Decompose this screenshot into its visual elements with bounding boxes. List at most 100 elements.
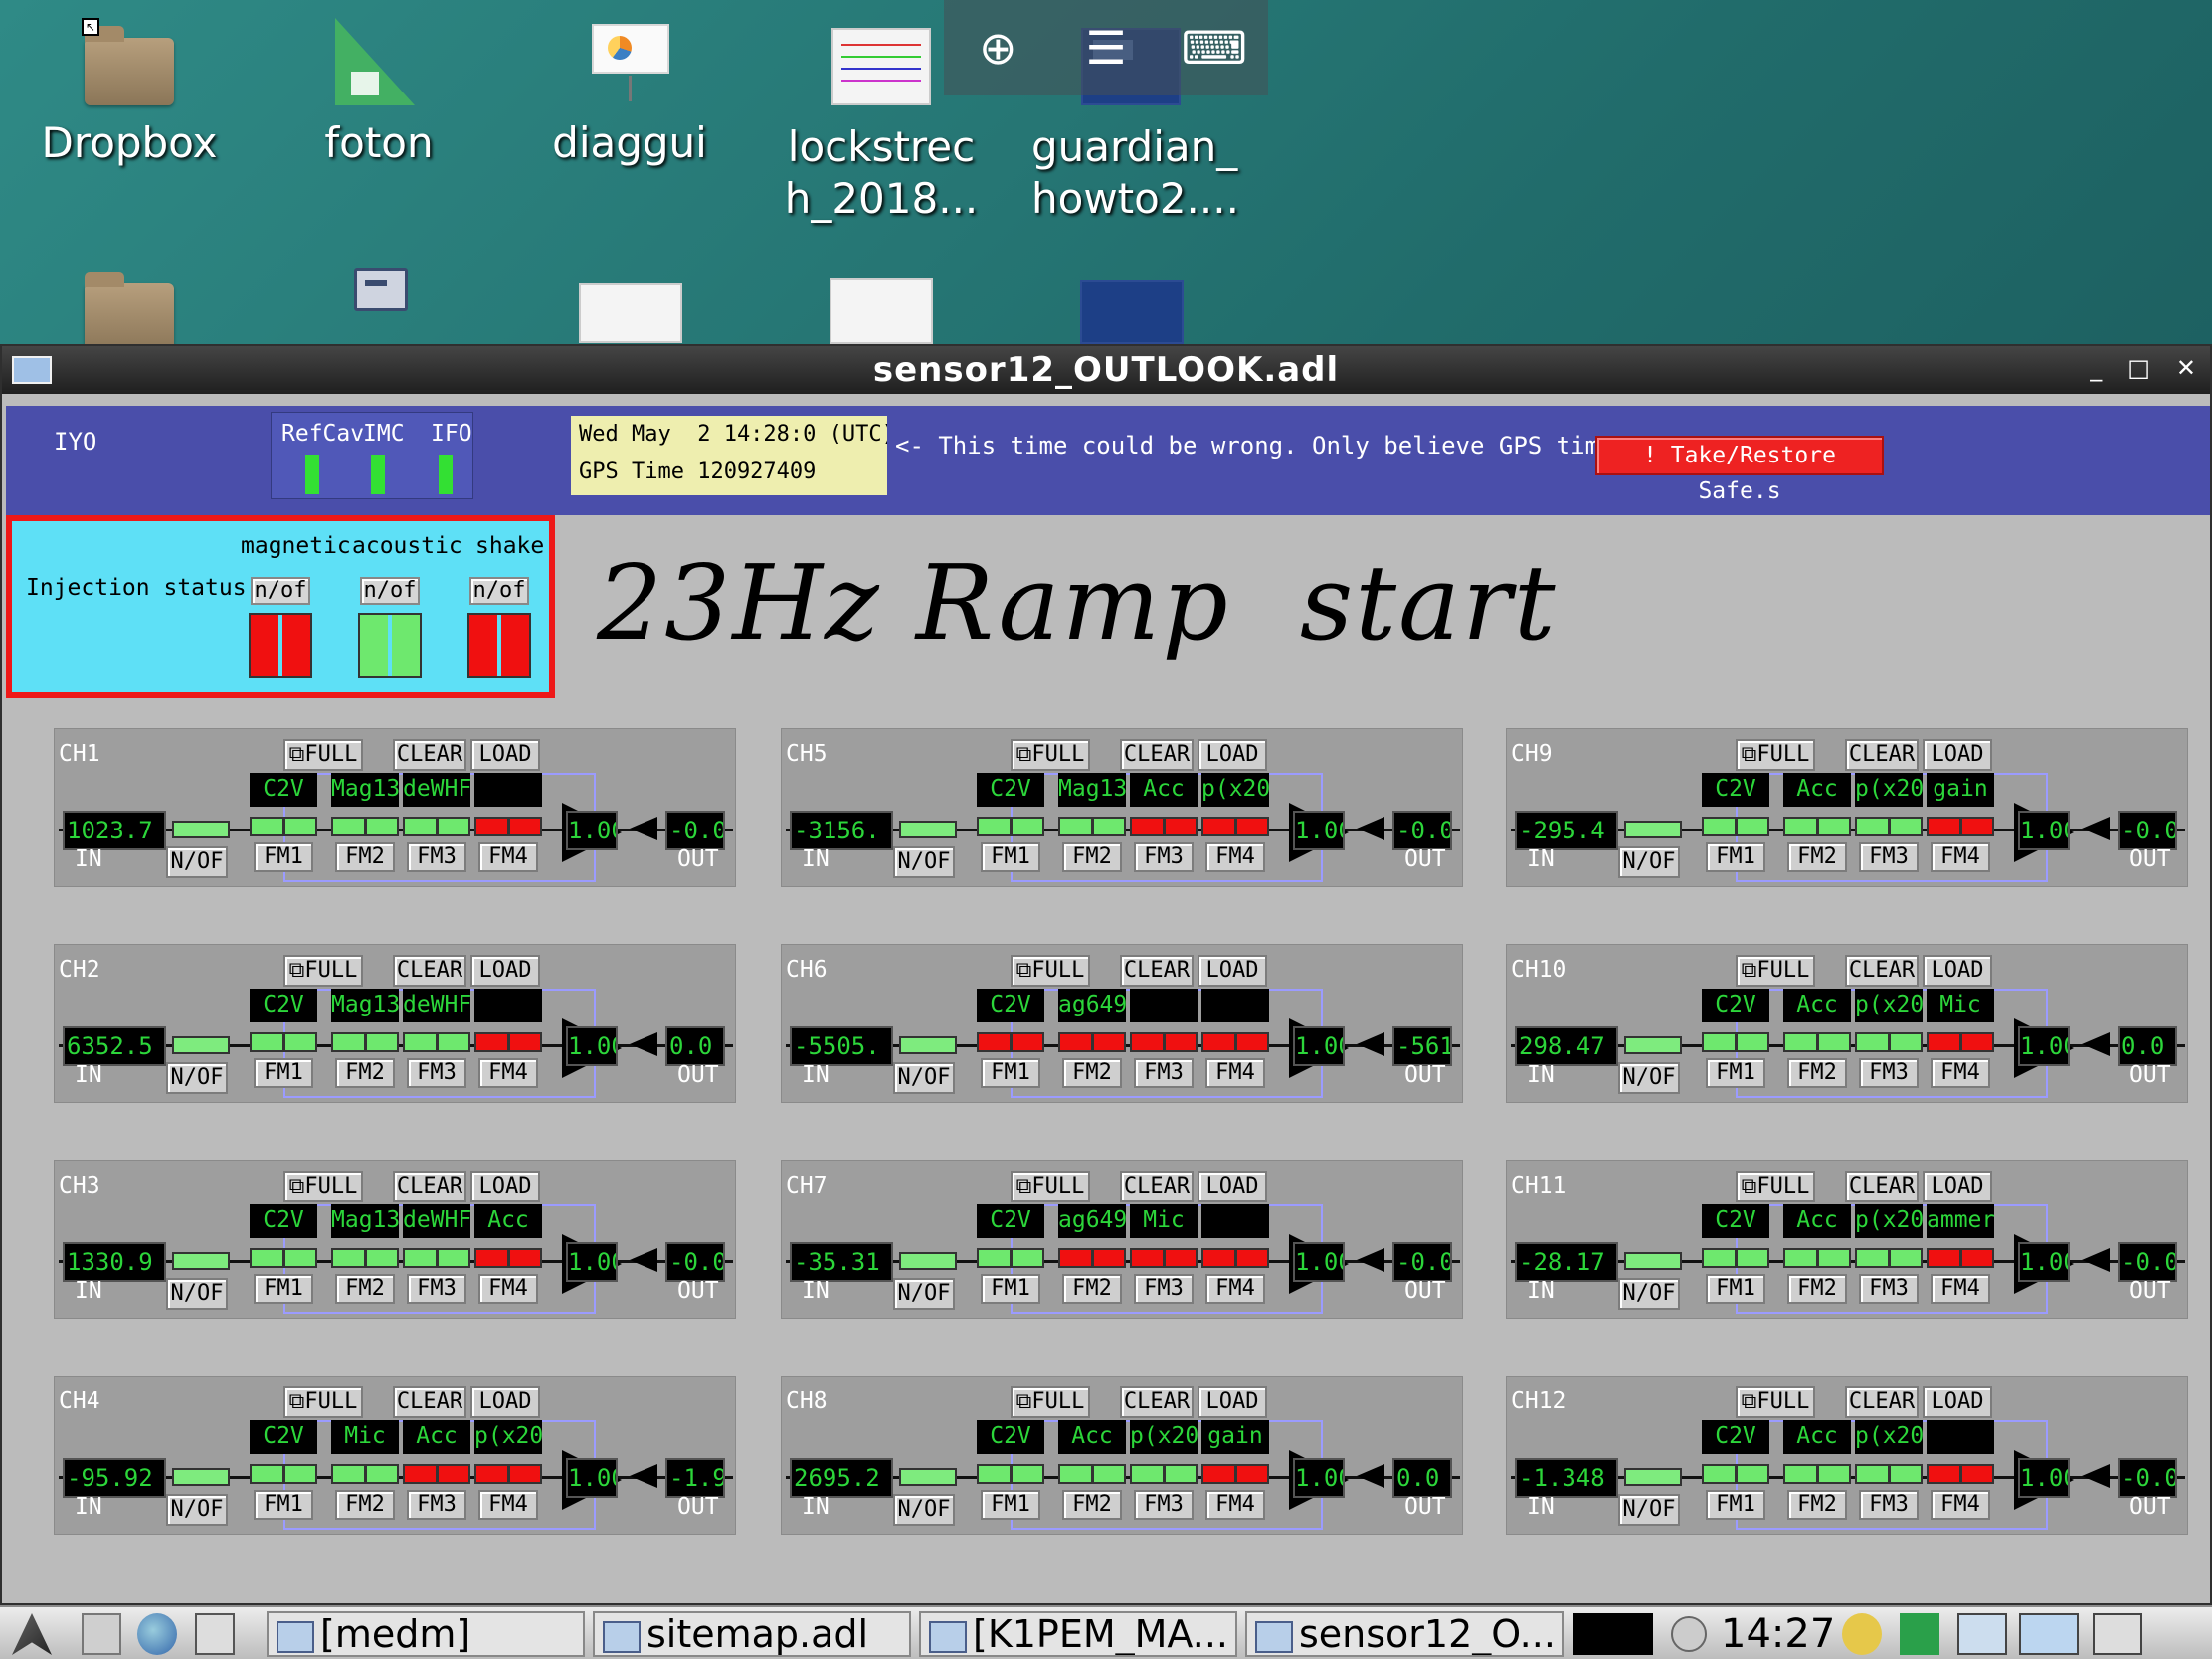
clear-button[interactable]: CLEAR — [1120, 739, 1194, 771]
task-sensor12[interactable]: sensor12_O... — [1245, 1611, 1564, 1657]
fm4-button[interactable]: FM4 — [1931, 1490, 1990, 1520]
task-sitemap[interactable]: sitemap.adl — [593, 1611, 911, 1657]
desktop-icon-dropbox[interactable]: ↖ Dropbox — [30, 18, 229, 169]
workspace-pager[interactable] — [1573, 1613, 1653, 1655]
notification-icon[interactable] — [1842, 1613, 1882, 1655]
clear-button[interactable]: CLEAR — [393, 739, 466, 771]
fm4-button[interactable]: FM4 — [1205, 1058, 1265, 1088]
shake-nof-button[interactable]: n/of — [469, 577, 529, 605]
fm4-button[interactable]: FM4 — [478, 1274, 538, 1304]
full-button[interactable]: ⧉FULL — [1011, 1171, 1090, 1202]
desktop-icon-diaggui[interactable]: diaggui — [530, 18, 729, 169]
desktop-preview-icon[interactable] — [2019, 1613, 2079, 1655]
load-button[interactable]: LOAD — [470, 1386, 540, 1418]
full-button[interactable]: ⧉FULL — [1011, 739, 1090, 771]
fm3-button[interactable]: FM3 — [407, 1058, 466, 1088]
fm2-button[interactable]: FM2 — [1062, 1490, 1122, 1520]
clear-button[interactable]: CLEAR — [1845, 1171, 1919, 1202]
full-button[interactable]: ⧉FULL — [1736, 1171, 1815, 1202]
clear-button[interactable]: CLEAR — [393, 955, 466, 987]
fm1-button[interactable]: FM1 — [1706, 842, 1765, 872]
fm2-button[interactable]: FM2 — [1787, 842, 1847, 872]
show-desktop-icon[interactable] — [195, 1613, 235, 1655]
nof-button[interactable]: N/OF — [1618, 1062, 1680, 1094]
exit-icon[interactable] — [1900, 1613, 1939, 1655]
close-button[interactable]: ✕ — [2176, 354, 2196, 382]
nof-button[interactable]: N/OF — [893, 846, 955, 878]
load-button[interactable]: LOAD — [1923, 739, 1992, 771]
acoustic-nof-button[interactable]: n/of — [360, 577, 420, 605]
clear-button[interactable]: CLEAR — [1845, 955, 1919, 987]
clear-button[interactable]: CLEAR — [393, 1171, 466, 1202]
nof-button[interactable]: N/OF — [166, 1494, 228, 1526]
fm3-button[interactable]: FM3 — [407, 842, 466, 872]
desktop-icon-foton[interactable]: foton — [279, 18, 478, 169]
full-button[interactable]: ⧉FULL — [1736, 955, 1815, 987]
fm3-button[interactable]: FM3 — [1859, 842, 1919, 872]
fm3-button[interactable]: FM3 — [1134, 1058, 1194, 1088]
fm4-button[interactable]: FM4 — [478, 842, 538, 872]
load-button[interactable]: LOAD — [1198, 1171, 1267, 1202]
nof-button[interactable]: N/OF — [166, 1278, 228, 1310]
fm1-button[interactable]: FM1 — [1706, 1490, 1765, 1520]
fm1-button[interactable]: FM1 — [981, 1058, 1040, 1088]
fm1-button[interactable]: FM1 — [1706, 1274, 1765, 1304]
full-button[interactable]: ⧉FULL — [283, 1171, 363, 1202]
fm1-button[interactable]: FM1 — [254, 1274, 313, 1304]
fm4-button[interactable]: FM4 — [1205, 1274, 1265, 1304]
take-restore-safe-button[interactable]: ! Take/Restore Safe.s — [1595, 436, 1884, 504]
load-button[interactable]: LOAD — [470, 955, 540, 987]
desktop-icon-folder-2[interactable] — [80, 272, 175, 351]
load-button[interactable]: LOAD — [1198, 739, 1267, 771]
nof-button[interactable]: N/OF — [893, 1494, 955, 1526]
magnetic-nof-button[interactable]: n/of — [251, 577, 310, 605]
nof-button[interactable]: N/OF — [893, 1062, 955, 1094]
fm2-button[interactable]: FM2 — [1062, 1058, 1122, 1088]
fm1-button[interactable]: FM1 — [981, 842, 1040, 872]
window-switcher-icon[interactable] — [1957, 1613, 2007, 1655]
fm2-button[interactable]: FM2 — [1062, 842, 1122, 872]
fm4-button[interactable]: FM4 — [1205, 1490, 1265, 1520]
fm1-button[interactable]: FM1 — [254, 1058, 313, 1088]
start-menu-icon[interactable] — [12, 1613, 52, 1655]
fm1-button[interactable]: FM1 — [981, 1274, 1040, 1304]
fm2-button[interactable]: FM2 — [1062, 1274, 1122, 1304]
fm4-button[interactable]: FM4 — [1931, 1274, 1990, 1304]
clear-button[interactable]: CLEAR — [393, 1386, 466, 1418]
fm2-button[interactable]: FM2 — [335, 1490, 395, 1520]
fm3-button[interactable]: FM3 — [1859, 1490, 1919, 1520]
full-button[interactable]: ⧉FULL — [1736, 739, 1815, 771]
fm4-button[interactable]: FM4 — [1931, 1058, 1990, 1088]
fm2-button[interactable]: FM2 — [1787, 1274, 1847, 1304]
fm2-button[interactable]: FM2 — [335, 1058, 395, 1088]
desktop-icon-thumbnail[interactable] — [830, 278, 933, 344]
clear-button[interactable]: CLEAR — [1120, 1386, 1194, 1418]
fm3-button[interactable]: FM3 — [407, 1274, 466, 1304]
fm4-button[interactable]: FM4 — [1931, 842, 1990, 872]
nof-button[interactable]: N/OF — [166, 1062, 228, 1094]
system-monitor-icon[interactable] — [2093, 1613, 2142, 1655]
browser-icon[interactable] — [137, 1613, 177, 1655]
clear-button[interactable]: CLEAR — [1120, 955, 1194, 987]
fm2-button[interactable]: FM2 — [335, 1274, 395, 1304]
clear-button[interactable]: CLEAR — [1120, 1171, 1194, 1202]
nof-button[interactable]: N/OF — [1618, 846, 1680, 878]
fm1-button[interactable]: FM1 — [1706, 1058, 1765, 1088]
full-button[interactable]: ⧉FULL — [1011, 1386, 1090, 1418]
clear-button[interactable]: CLEAR — [1845, 1386, 1919, 1418]
fm3-button[interactable]: FM3 — [407, 1490, 466, 1520]
load-button[interactable]: LOAD — [1923, 1386, 1992, 1418]
fm2-button[interactable]: FM2 — [335, 842, 395, 872]
fm3-button[interactable]: FM3 — [1859, 1058, 1919, 1088]
file-manager-icon[interactable] — [82, 1613, 121, 1655]
fm1-button[interactable]: FM1 — [981, 1490, 1040, 1520]
load-button[interactable]: LOAD — [1198, 1386, 1267, 1418]
fm3-button[interactable]: FM3 — [1859, 1274, 1919, 1304]
task-k1pem[interactable]: [K1PEM_MA... — [919, 1611, 1237, 1657]
minimize-button[interactable]: _ — [2090, 354, 2102, 382]
nof-button[interactable]: N/OF — [1618, 1494, 1680, 1526]
load-button[interactable]: LOAD — [1923, 955, 1992, 987]
load-button[interactable]: LOAD — [1923, 1171, 1992, 1202]
nof-button[interactable]: N/OF — [166, 846, 228, 878]
zoom-icon[interactable]: ⊕ — [958, 0, 1037, 95]
